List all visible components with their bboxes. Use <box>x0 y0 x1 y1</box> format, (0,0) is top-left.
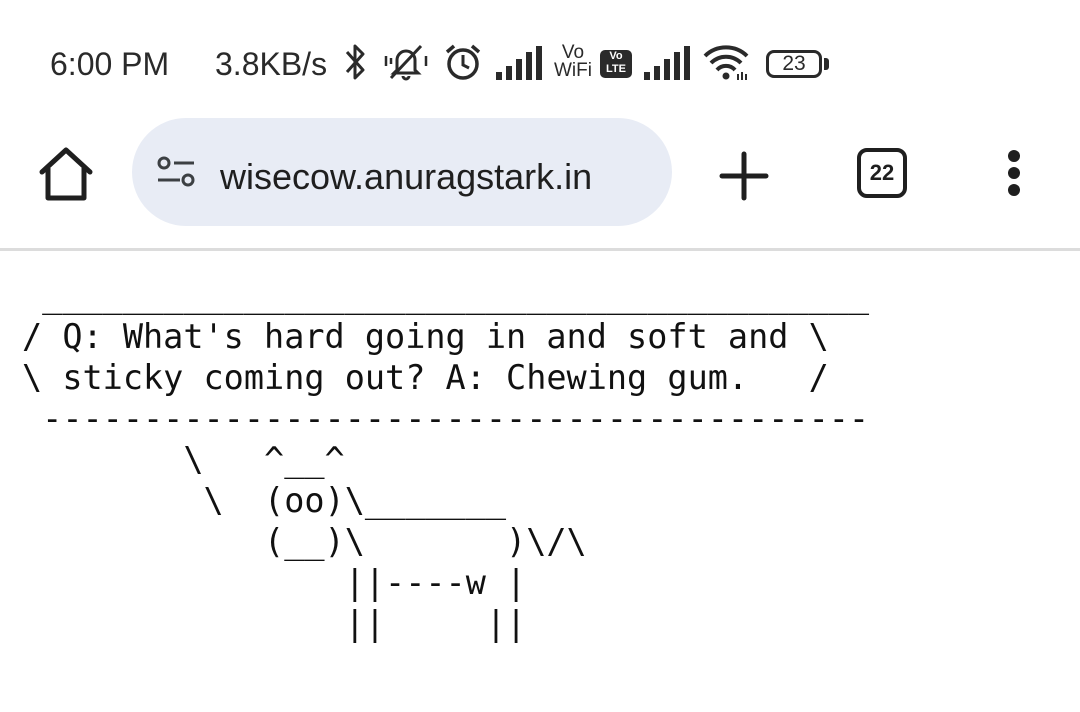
cowsay-output: ________________________________________… <box>22 276 870 643</box>
more-vert-icon[interactable] <box>996 146 1032 206</box>
muted-bell-icon <box>384 44 428 81</box>
tab-switcher-button[interactable]: 22 <box>857 148 907 198</box>
signal-icon <box>496 46 542 80</box>
address-bar[interactable]: wisecow.anuragstark.in <box>132 118 672 226</box>
page-content: ________________________________________… <box>0 251 1080 712</box>
browser-toolbar: wisecow.anuragstark.in 22 <box>0 110 1080 248</box>
bluetooth-icon <box>345 44 365 80</box>
battery-tip <box>824 58 829 70</box>
vo-wifi-icon: Vo WiFi <box>554 42 592 81</box>
home-icon[interactable] <box>34 142 98 206</box>
url-text[interactable]: wisecow.anuragstark.in <box>220 156 592 198</box>
battery-indicator: 23 <box>766 50 822 78</box>
plus-icon[interactable] <box>712 144 776 208</box>
status-bar: 6:00 PM 3.8KB/s Vo WiFi Vo LTE 23 <box>0 0 1080 120</box>
network-speed: 3.8KB/s <box>215 46 328 82</box>
signal-icon <box>644 46 690 80</box>
wifi-icon <box>703 45 749 80</box>
vo-lte-icon: Vo LTE <box>600 50 632 78</box>
status-time: 6:00 PM <box>50 46 170 82</box>
alarm-icon <box>445 44 481 80</box>
site-settings-icon[interactable] <box>154 154 198 190</box>
